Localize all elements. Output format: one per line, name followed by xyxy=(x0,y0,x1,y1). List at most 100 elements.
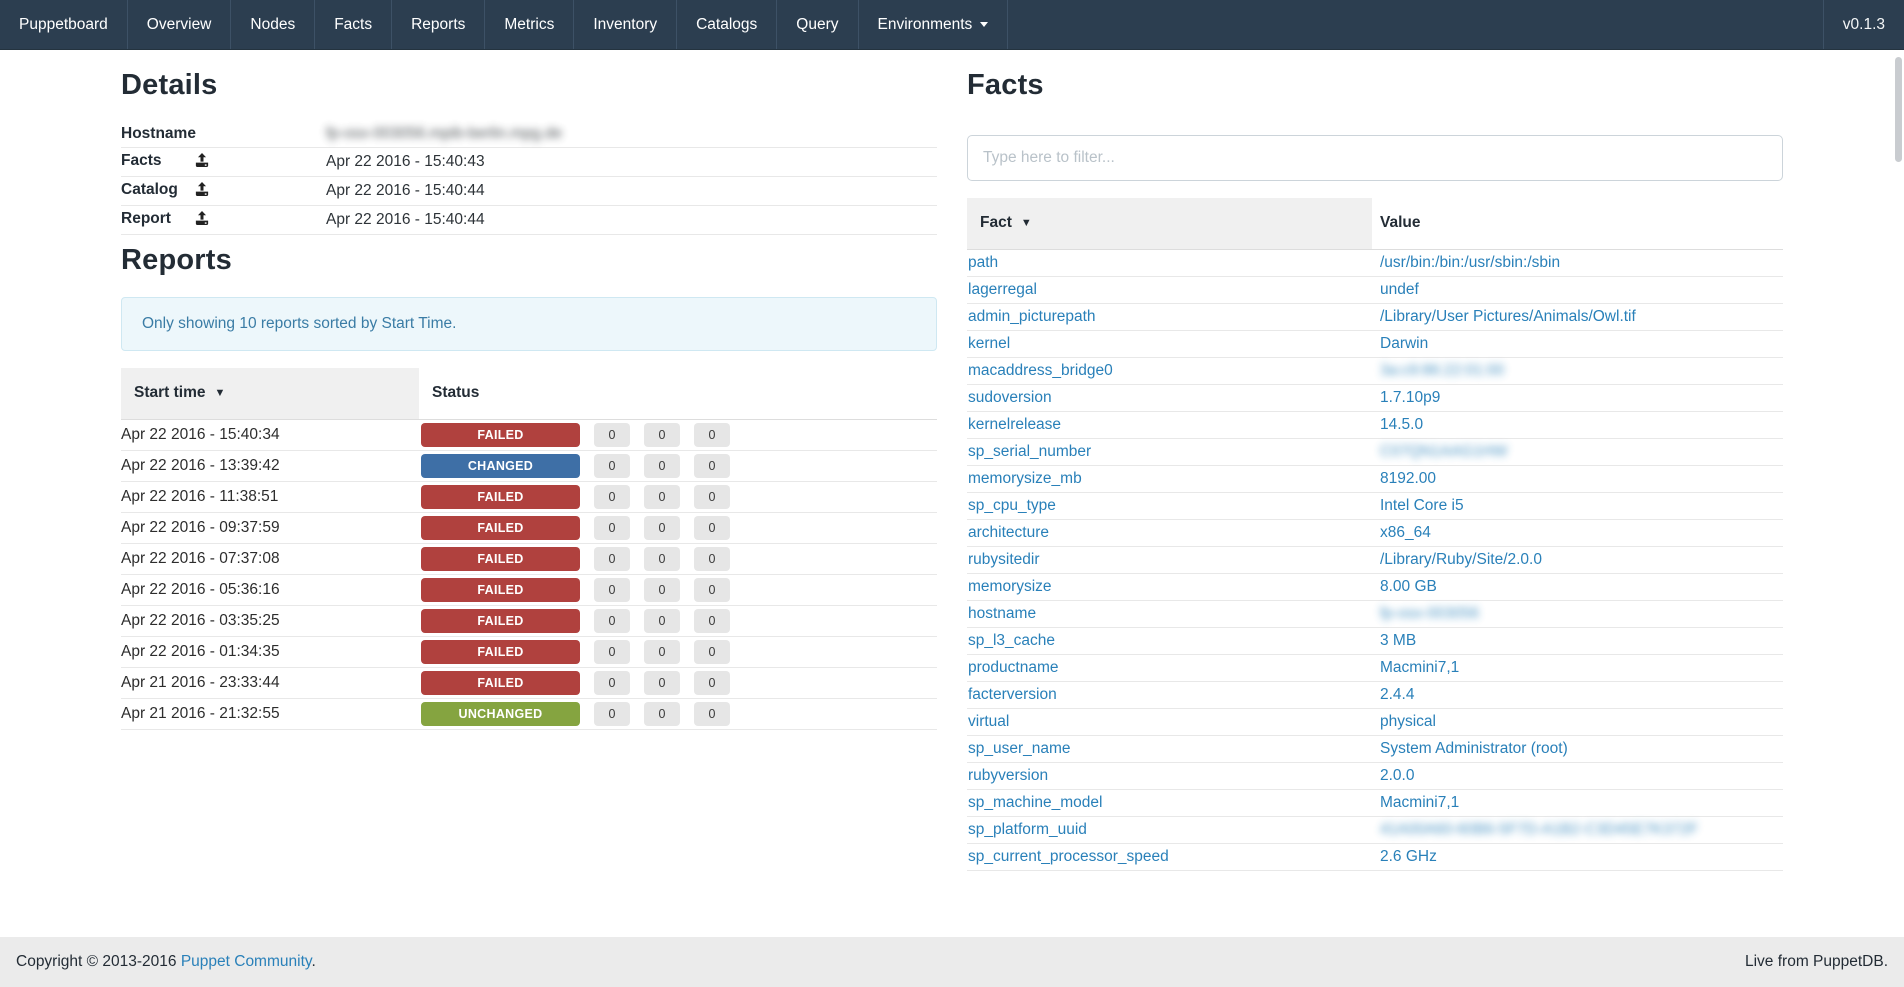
fact-value-cell: /usr/bin:/bin:/usr/sbin:/sbin xyxy=(1372,250,1783,277)
fact-value-link[interactable]: 3 MB xyxy=(1380,632,1416,649)
details-value-text: Apr 22 2016 - 15:40:44 xyxy=(326,211,485,228)
fact-value-link[interactable]: 3a:c9:86:22:01:00 xyxy=(1380,362,1504,379)
fact-row: sp_cpu_type Intel Core i5 xyxy=(967,493,1783,520)
fact-value-link[interactable]: 8192.00 xyxy=(1380,470,1436,487)
fact-name-link[interactable]: rubysitedir xyxy=(968,551,1040,568)
fact-name-link[interactable]: kernel xyxy=(968,335,1010,352)
details-row: FactsApr 22 2016 - 15:40:43 xyxy=(121,148,937,177)
nav-item-catalogs[interactable]: Catalogs xyxy=(677,0,777,49)
nav-item-label: Nodes xyxy=(250,16,295,34)
report-start-time: Apr 21 2016 - 21:32:55 xyxy=(121,699,419,730)
fact-name-link[interactable]: sp_cpu_type xyxy=(968,497,1056,514)
fact-value-link[interactable]: 8.00 GB xyxy=(1380,578,1437,595)
chevron-down-icon xyxy=(980,22,988,27)
left-column: Details Hostnamefp-osx-003056.mpib-berli… xyxy=(121,50,937,871)
reports-column-status[interactable]: Status xyxy=(419,368,937,420)
fact-name-cell: sp_platform_uuid xyxy=(967,817,1372,844)
navbar: Puppetboard Overview Nodes FactsReportsMet… xyxy=(0,0,1904,50)
fact-name-link[interactable]: memorysize_mb xyxy=(968,470,1082,487)
upload-icon[interactable] xyxy=(195,182,209,201)
fact-name-link[interactable]: admin_picturepath xyxy=(968,308,1096,325)
report-row: Apr 22 2016 - 15:40:34FAILED000 xyxy=(121,420,937,451)
nav-brand[interactable]: Puppetboard xyxy=(0,0,128,49)
fact-name-link[interactable]: macaddress_bridge0 xyxy=(968,362,1113,379)
fact-value-link[interactable]: System Administrator (root) xyxy=(1380,740,1568,757)
fact-value-link[interactable]: 2.6 GHz xyxy=(1380,848,1437,865)
nav-item-overview[interactable]: Overview xyxy=(128,0,232,49)
upload-icon[interactable] xyxy=(195,153,209,172)
fact-value-link[interactable]: 2.4.4 xyxy=(1380,686,1414,703)
status-badge: FAILED xyxy=(421,671,580,695)
fact-value-link[interactable]: /usr/bin:/bin:/usr/sbin:/sbin xyxy=(1380,254,1560,271)
puppet-community-link[interactable]: Puppet Community xyxy=(181,953,312,970)
fact-value-link[interactable]: x86_64 xyxy=(1380,524,1431,541)
reports-column-start-time-label: Start time xyxy=(134,384,206,401)
fact-row: rubyversion 2.0.0 xyxy=(967,763,1783,790)
facts-column-value[interactable]: Value xyxy=(1372,198,1783,250)
report-start-time: Apr 22 2016 - 15:40:34 xyxy=(121,420,419,451)
report-status-cell: FAILED000 xyxy=(419,482,937,513)
nav-item-metrics[interactable]: Metrics xyxy=(485,0,574,49)
fact-name-link[interactable]: path xyxy=(968,254,998,271)
metric-count: 0 xyxy=(694,640,730,664)
fact-value-link[interactable]: /Library/Ruby/Site/2.0.0 xyxy=(1380,551,1542,568)
fact-name-link[interactable]: architecture xyxy=(968,524,1049,541)
fact-value-link[interactable]: undef xyxy=(1380,281,1419,298)
fact-name-cell: memorysize_mb xyxy=(967,466,1372,493)
report-status-cell: FAILED000 xyxy=(419,420,937,451)
reports-title: Reports xyxy=(121,244,937,277)
fact-value-link[interactable]: Macmini7,1 xyxy=(1380,659,1459,676)
facts-column-fact[interactable]: Fact▼ xyxy=(967,198,1372,250)
fact-name-link[interactable]: facterversion xyxy=(968,686,1057,703)
upload-icon[interactable] xyxy=(195,211,209,230)
details-row: ReportApr 22 2016 - 15:40:44 xyxy=(121,206,937,235)
fact-value-link[interactable]: 14.5.0 xyxy=(1380,416,1423,433)
fact-value-cell: 14.5.0 xyxy=(1372,412,1783,439)
report-row: Apr 22 2016 - 01:34:35FAILED000 xyxy=(121,637,937,668)
fact-name-link[interactable]: sp_serial_number xyxy=(968,443,1091,460)
metric-count: 0 xyxy=(644,640,680,664)
footer-copyright-period: . xyxy=(311,953,315,970)
fact-value-link[interactable]: Macmini7,1 xyxy=(1380,794,1459,811)
fact-name-link[interactable]: sp_platform_uuid xyxy=(968,821,1087,838)
fact-value-cell: 1.7.10p9 xyxy=(1372,385,1783,412)
fact-name-link[interactable]: hostname xyxy=(968,605,1036,622)
reports-column-start-time[interactable]: Start time▼ xyxy=(121,368,419,420)
nav-item-environments[interactable]: Environments xyxy=(859,0,1009,49)
fact-name-link[interactable]: productname xyxy=(968,659,1058,676)
details-value-text: fp-osx-003056.mpib-berlin.mpg.de xyxy=(326,125,562,142)
fact-name-link[interactable]: rubyversion xyxy=(968,767,1048,784)
fact-value-link[interactable]: physical xyxy=(1380,713,1436,730)
metric-count: 0 xyxy=(644,454,680,478)
fact-name-link[interactable]: sp_l3_cache xyxy=(968,632,1055,649)
fact-value-link[interactable]: 41A00A60-60B6-5F7D-A1B2-C3D45E7K372F xyxy=(1380,821,1698,838)
scrollbar-thumb[interactable] xyxy=(1895,57,1902,162)
nav-item-nodes[interactable]: Nodes xyxy=(231,0,315,49)
fact-name-link[interactable]: memorysize xyxy=(968,578,1052,595)
fact-name-cell: facterversion xyxy=(967,682,1372,709)
fact-name-link[interactable]: sp_user_name xyxy=(968,740,1071,757)
nav-item-query[interactable]: Query xyxy=(777,0,858,49)
fact-row: sp_user_name System Administrator (root) xyxy=(967,736,1783,763)
fact-name-link[interactable]: virtual xyxy=(968,713,1009,730)
fact-value-link[interactable]: Intel Core i5 xyxy=(1380,497,1464,514)
nav-item-inventory[interactable]: Inventory xyxy=(574,0,677,49)
fact-value-link[interactable]: C07QN1AAG1HW xyxy=(1380,443,1507,460)
fact-name-link[interactable]: kernelrelease xyxy=(968,416,1061,433)
fact-value-link[interactable]: Darwin xyxy=(1380,335,1428,352)
fact-name-cell: sp_serial_number xyxy=(967,439,1372,466)
fact-value-link[interactable]: 1.7.10p9 xyxy=(1380,389,1440,406)
fact-name-link[interactable]: sudoversion xyxy=(968,389,1052,406)
facts-filter-input[interactable] xyxy=(967,135,1783,181)
fact-value-link[interactable]: fp-osx-003056 xyxy=(1380,605,1479,622)
fact-value-link[interactable]: 2.0.0 xyxy=(1380,767,1414,784)
nav-item-facts[interactable]: Facts xyxy=(315,0,392,49)
report-row: Apr 22 2016 - 11:38:51FAILED000 xyxy=(121,482,937,513)
report-status-cell: CHANGED000 xyxy=(419,451,937,482)
fact-name-link[interactable]: sp_current_processor_speed xyxy=(968,848,1169,865)
fact-row: productname Macmini7,1 xyxy=(967,655,1783,682)
fact-name-link[interactable]: sp_machine_model xyxy=(968,794,1102,811)
fact-value-link[interactable]: /Library/User Pictures/Animals/Owl.tif xyxy=(1380,308,1636,325)
fact-name-link[interactable]: lagerregal xyxy=(968,281,1037,298)
nav-item-reports[interactable]: Reports xyxy=(392,0,485,49)
